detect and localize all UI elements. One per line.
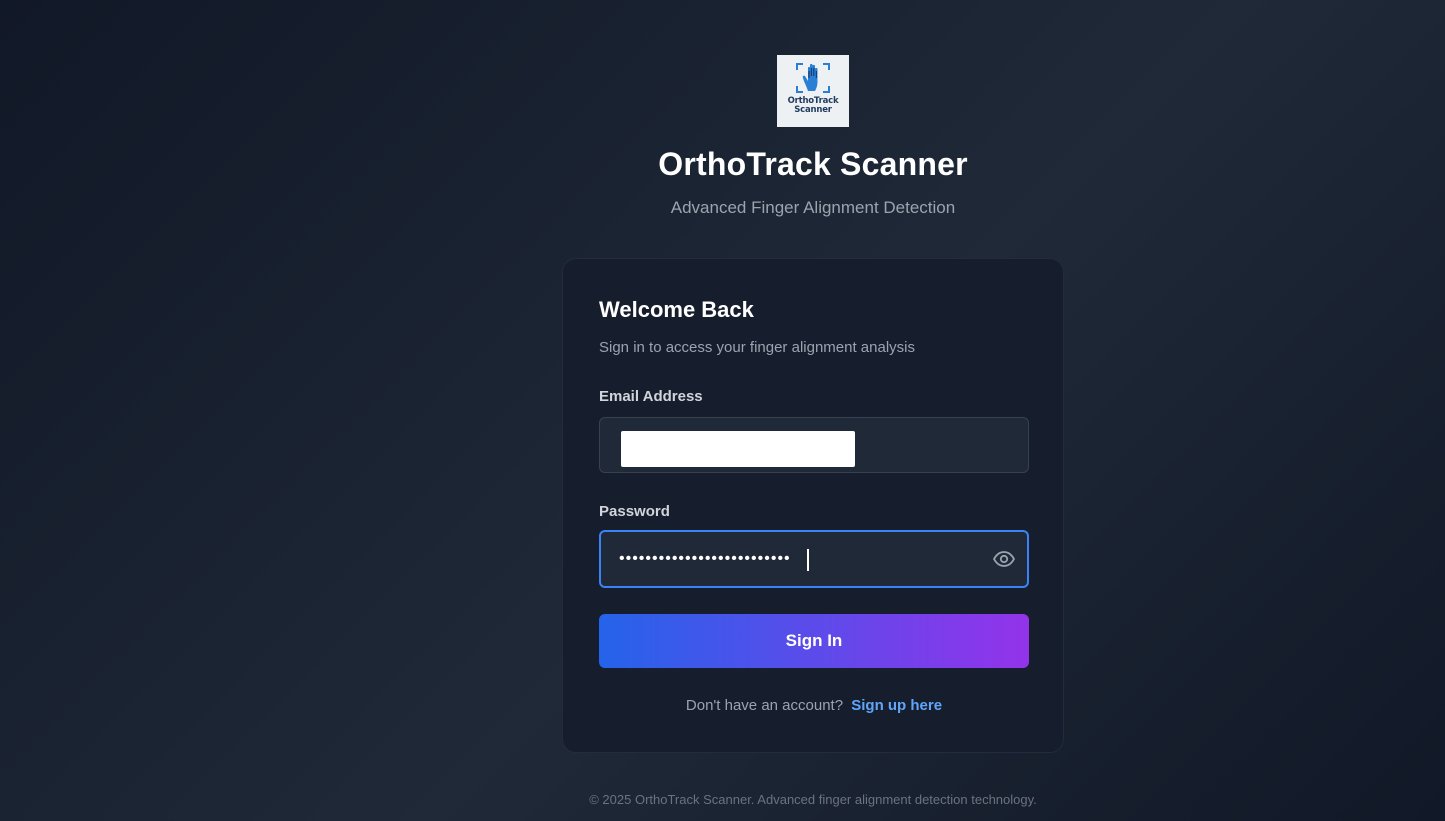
email-label: Email Address	[599, 388, 703, 405]
sign-in-button[interactable]: Sign In	[599, 614, 1029, 668]
app-title: OrthoTrack Scanner	[658, 146, 968, 182]
login-heading: Welcome Back	[599, 297, 754, 322]
login-card: Welcome Back Sign in to access your fing…	[562, 258, 1064, 753]
page-footer: © 2025 OrthoTrack Scanner. Advanced fing…	[589, 792, 1037, 807]
password-label: Password	[599, 503, 670, 520]
app-subtitle: Advanced Finger Alignment Detection	[670, 198, 956, 217]
hand-scan-icon	[796, 63, 830, 93]
app-logo: OrthoTrack Scanner	[777, 55, 849, 127]
text-cursor	[807, 549, 809, 571]
login-subheading: Sign in to access your finger alignment …	[599, 339, 915, 356]
show-password-toggle[interactable]	[992, 548, 1016, 570]
signup-prompt-row: Don't have an account? Sign up here	[563, 697, 1065, 714]
redacted-email-overlay	[621, 431, 855, 467]
sign-up-link[interactable]: Sign up here	[851, 697, 942, 714]
signup-prompt-text: Don't have an account?	[685, 697, 844, 714]
password-field[interactable]	[599, 530, 1029, 588]
eye-icon	[993, 551, 1015, 567]
logo-wordmark: OrthoTrack Scanner	[787, 96, 839, 115]
